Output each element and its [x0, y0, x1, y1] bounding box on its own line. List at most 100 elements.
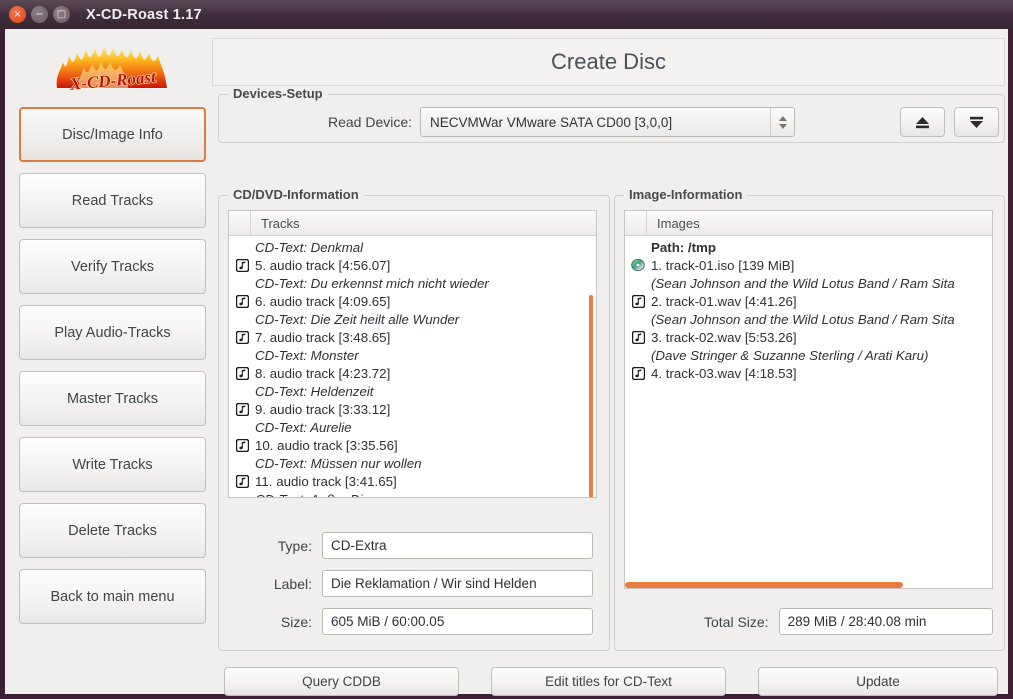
sidebar: X-CD-Roast Disc/Image Info Read Tracks V… [5, 29, 210, 694]
image-label: 1. track-01.iso [139 MiB] [651, 257, 795, 273]
edit-titles-for-cd-text-button[interactable]: Edit titles for CD-Text [491, 667, 726, 696]
spinner-arrows-icon[interactable] [770, 108, 794, 136]
application-window: × − □ X-CD-Roast 1.17 X-CD-Roast Disc/Im… [0, 0, 1013, 699]
window-title: X-CD-Roast 1.17 [86, 6, 202, 23]
images-list-header: Images [625, 211, 992, 236]
audio-track-icon [235, 402, 249, 416]
sidebar-item-label: Back to main menu [50, 588, 175, 605]
cd-dvd-information-group: CD/DVD-Information Tracks CD-Text: Denkm… [218, 187, 610, 651]
size-input[interactable]: 605 MiB / 60:00.05 [322, 608, 593, 635]
label-input[interactable]: Die Reklamation / Wir sind Helden [322, 570, 593, 597]
read-device-combobox[interactable]: NECVMWar VMware SATA CD00 [3,0,0] [420, 107, 796, 137]
track-label: 9. audio track [3:33.12] [255, 401, 391, 417]
track-row[interactable]: 9. audio track [3:33.12] [229, 400, 596, 418]
sidebar-item-write-tracks[interactable]: Write Tracks [19, 437, 206, 492]
iso-image-icon [631, 258, 645, 272]
image-row[interactable]: 2. track-01.wav [4:41.26] [625, 292, 992, 310]
image-information-label: Image-Information [624, 187, 748, 202]
close-glyph: × [13, 8, 22, 20]
track-cdtext-row[interactable]: CD-Text: Du erkennst mich nicht wieder [229, 274, 596, 292]
tracks-vertical-scrollbar[interactable] [589, 295, 593, 497]
sidebar-item-delete-tracks[interactable]: Delete Tracks [19, 503, 206, 558]
images-list-body: Path: /tmp 1. track-01.iso [139 MiB] (Sean… [625, 236, 992, 382]
query-cddb-button[interactable]: Query CDDB [224, 667, 459, 696]
image-artist-row[interactable]: (Dave Stringer & Suzanne Sterling / Arat… [625, 346, 992, 364]
track-row[interactable]: 8. audio track [4:23.72] [229, 364, 596, 382]
type-field-row: Type: CD-Extra [228, 532, 597, 559]
track-row[interactable]: 11. audio track [3:41.65] [229, 472, 596, 490]
image-row[interactable]: 1. track-01.iso [139 MiB] [625, 256, 992, 274]
close-icon[interactable]: × [9, 6, 26, 23]
track-row[interactable]: 6. audio track [4:09.65] [229, 292, 596, 310]
total-size-input[interactable]: 289 MiB / 28:40.08 min [778, 608, 993, 635]
images-list[interactable]: Images Path: /tmp 1. track-01.iso [139 Mi… [624, 210, 993, 589]
sidebar-item-back-to-main-menu[interactable]: Back to main menu [19, 569, 206, 624]
track-cdtext-row[interactable]: CD-Text: Aurelie [229, 418, 596, 436]
image-artist-row[interactable]: (Sean Johnson and the Wild Lotus Band / … [625, 310, 992, 328]
track-cdtext-row[interactable]: CD-Text: Müssen nur wollen [229, 454, 596, 472]
maximize-icon[interactable]: □ [53, 6, 70, 23]
total-size-label: Total Size: [703, 613, 769, 630]
tracks-list-body: CD-Text: Denkmal 5. audio track [4:56.07]… [229, 236, 596, 498]
chevron-up-icon [778, 115, 787, 121]
image-row[interactable]: 3. track-02.wav [5:53.26] [625, 328, 992, 346]
size-label: Size: [280, 613, 312, 630]
track-cdtext-row[interactable]: CD-Text: Außer Dir [229, 490, 596, 498]
images-horizontal-scrollbar[interactable] [625, 582, 903, 588]
label-field-row: Label: Die Reklamation / Wir sind Helden [228, 570, 597, 597]
track-row[interactable]: 5. audio track [4:56.07] [229, 256, 596, 274]
sidebar-item-verify-tracks[interactable]: Verify Tracks [19, 239, 206, 294]
track-cdtext-label: CD-Text: Monster [255, 347, 359, 363]
type-label: Type: [277, 537, 312, 554]
sidebar-item-label: Play Audio-Tracks [54, 324, 171, 341]
images-column-header: Images [657, 215, 700, 231]
sidebar-item-label: Read Tracks [71, 192, 154, 209]
track-label: 5. audio track [4:56.07] [255, 257, 391, 273]
sidebar-item-disc-image-info[interactable]: Disc/Image Info [19, 107, 206, 162]
image-artist-row[interactable]: (Sean Johnson and the Wild Lotus Band / … [625, 274, 992, 292]
tracks-list-header: Tracks [229, 211, 596, 236]
load-tray-button[interactable] [954, 107, 1000, 137]
track-cdtext-row[interactable]: CD-Text: Monster [229, 346, 596, 364]
track-cdtext-label: CD-Text: Aurelie [255, 419, 352, 435]
track-label: 6. audio track [4:09.65] [255, 293, 391, 309]
image-label: 4. track-03.wav [4:18.53] [651, 365, 797, 381]
sidebar-item-label: Write Tracks [72, 456, 153, 473]
load-tray-icon [970, 116, 984, 128]
devices-setup-group: Devices-Setup Read Device: NECVMWar VMwa… [218, 86, 1005, 143]
update-button[interactable]: Update [758, 667, 998, 696]
read-device-value: NECVMWar VMware SATA CD00 [3,0,0] [430, 114, 673, 130]
image-sub-label: Path: /tmp [651, 239, 717, 255]
images-path-row: Path: /tmp [625, 238, 992, 256]
track-cdtext-label: CD-Text: Die Zeit heilt alle Wunder [255, 311, 460, 327]
track-cdtext-row[interactable]: CD-Text: Die Zeit heilt alle Wunder [229, 310, 596, 328]
track-row[interactable]: 7. audio track [3:48.65] [229, 328, 596, 346]
track-cdtext-label: CD-Text: Heldenzeit [255, 383, 374, 399]
track-cdtext-row[interactable]: CD-Text: Heldenzeit [229, 382, 596, 400]
track-row[interactable]: 10. audio track [3:35.56] [229, 436, 596, 454]
sidebar-item-read-tracks[interactable]: Read Tracks [19, 173, 206, 228]
page-title: Create Disc [212, 38, 1005, 86]
sidebar-item-label: Verify Tracks [71, 258, 154, 275]
image-information-group: Image-Information Images Path: /tmp 1. tr… [614, 187, 1005, 651]
audio-track-icon [631, 294, 645, 308]
sidebar-item-play-audio-tracks[interactable]: Play Audio-Tracks [19, 305, 206, 360]
sidebar-item-label: Delete Tracks [68, 522, 157, 539]
chevron-down-icon [778, 123, 787, 129]
window-controls: × − □ [9, 6, 70, 23]
track-label: 11. audio track [3:41.65] [255, 473, 397, 489]
image-label: 2. track-01.wav [4:41.26] [651, 293, 797, 309]
sidebar-item-master-tracks[interactable]: Master Tracks [19, 371, 206, 426]
track-cdtext-label: CD-Text: Du erkennst mich nicht wieder [255, 275, 489, 291]
type-input[interactable]: CD-Extra [322, 532, 593, 559]
tracks-list[interactable]: Tracks CD-Text: Denkmal 5. audio track [4… [228, 210, 597, 498]
eject-button[interactable] [900, 107, 946, 137]
track-label: 7. audio track [3:48.65] [255, 329, 391, 345]
image-sub-label: (Sean Johnson and the Wild Lotus Band / … [651, 275, 955, 291]
image-row[interactable]: 4. track-03.wav [4:18.53] [625, 364, 992, 382]
minimize-icon[interactable]: − [31, 6, 48, 23]
image-sub-label: (Sean Johnson and the Wild Lotus Band / … [651, 311, 955, 327]
header-gutter [625, 211, 647, 235]
devices-setup-label: Devices-Setup [228, 86, 328, 101]
track-cdtext-row[interactable]: CD-Text: Denkmal [229, 238, 596, 256]
